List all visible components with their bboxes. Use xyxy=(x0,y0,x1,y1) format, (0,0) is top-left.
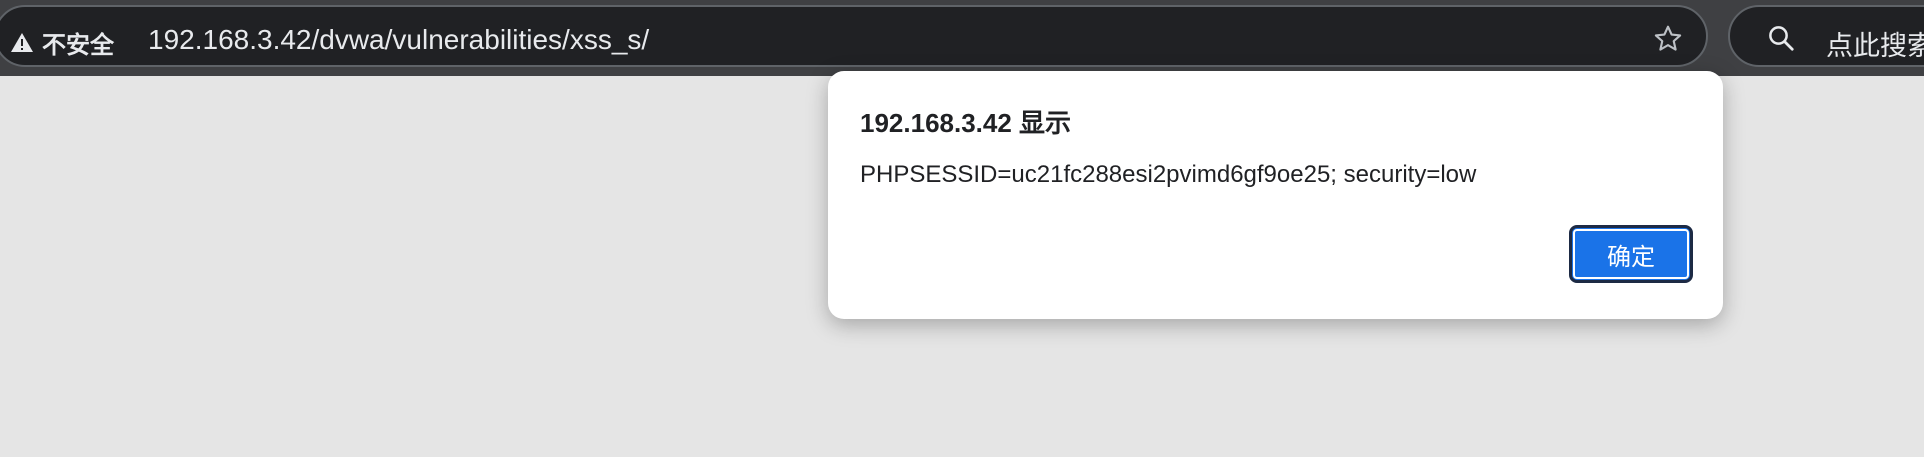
warning-icon xyxy=(11,32,33,52)
browser-toolbar: 不安全 192.168.3.42/dvwa/vulnerabilities/xs… xyxy=(0,0,1924,76)
security-indicator[interactable]: 不安全 xyxy=(10,25,114,60)
alert-dialog: 192.168.3.42 显示 PHPSESSID=uc21fc288esi2p… xyxy=(828,71,1723,319)
search-box[interactable]: 点此搜索 xyxy=(1728,5,1924,67)
search-icon xyxy=(1769,26,1794,51)
ok-button[interactable]: 确定 xyxy=(1569,225,1693,283)
url-text[interactable]: 192.168.3.42/dvwa/vulnerabilities/xss_s/ xyxy=(148,24,649,56)
address-bar[interactable]: 不安全 192.168.3.42/dvwa/vulnerabilities/xs… xyxy=(0,5,1708,67)
dialog-title: 192.168.3.42 显示 xyxy=(860,108,1072,138)
security-label: 不安全 xyxy=(42,32,114,59)
search-placeholder: 点此搜索 xyxy=(1826,31,1924,61)
bookmark-star-icon[interactable] xyxy=(1652,23,1684,55)
dialog-message: PHPSESSID=uc21fc288esi2pvimd6gf9oe25; se… xyxy=(860,161,1477,188)
